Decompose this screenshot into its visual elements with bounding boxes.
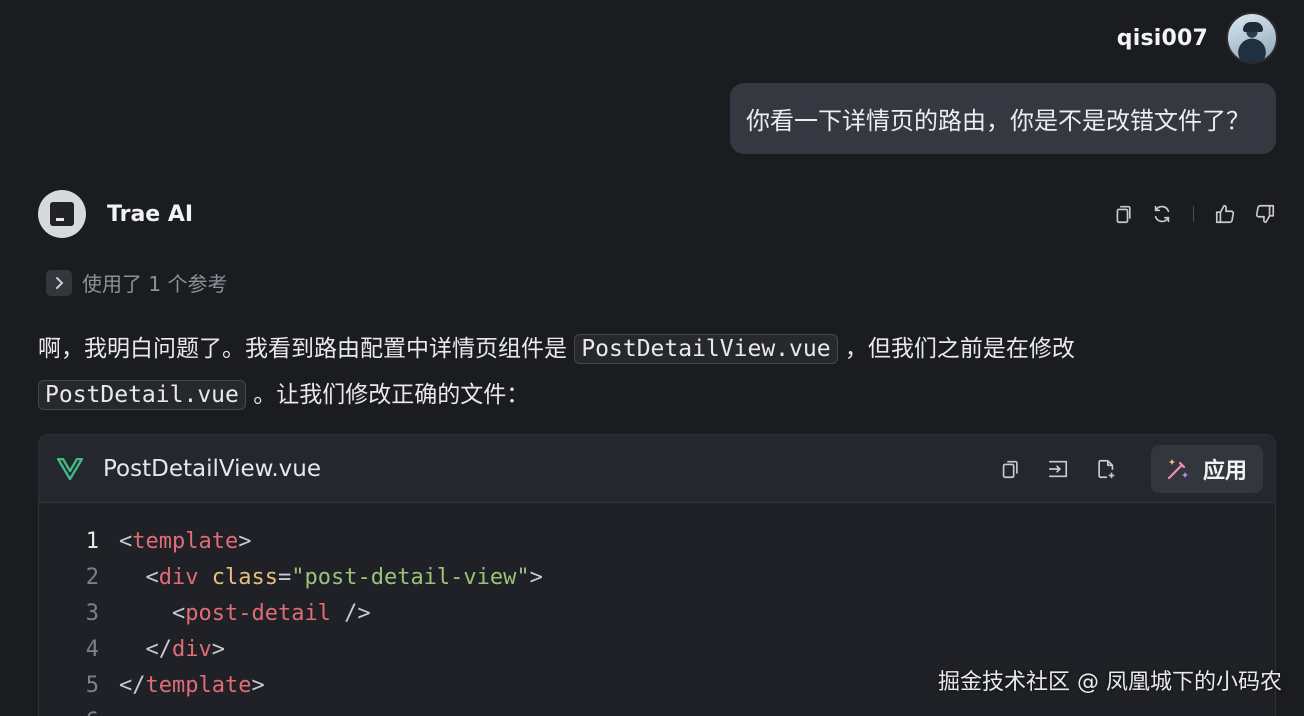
answer-text: 。让我们修改正确的文件： [253, 382, 530, 408]
thumbs-up-icon[interactable] [1214, 203, 1236, 225]
code-token: class [211, 564, 278, 590]
code-text: </div> [119, 637, 225, 662]
user-avatar[interactable] [1226, 12, 1278, 64]
line-number: 5 [85, 672, 99, 698]
code-line: 3 <post-detail /> [39, 595, 1275, 631]
code-text: </template> [119, 673, 265, 698]
code-token: template [145, 672, 252, 698]
code-token: /> [330, 600, 371, 626]
code-line: 2 <div class="post-detail-view"> [39, 559, 1275, 595]
code-token: > [211, 636, 225, 662]
line-number: 4 [85, 636, 99, 662]
answer-text: 啊，我明白问题了。我看到路由配置中详情页组件是 [38, 336, 567, 362]
user-name: qisi007 [1116, 25, 1208, 51]
assistant-header: Trae AI [38, 190, 1276, 238]
regenerate-icon[interactable] [1151, 203, 1173, 225]
code-token: </ [119, 672, 146, 698]
code-file-name: PostDetailView.vue [103, 455, 321, 482]
line-number: 2 [85, 564, 99, 590]
code-block-header: PostDetailView.vue 应用 [39, 435, 1275, 503]
inline-code-filename: PostDetail.vue [38, 380, 246, 410]
code-token: > [529, 564, 543, 590]
watermark: 掘金技术社区 @ 凤凰城下的小码农 [938, 670, 1282, 695]
code-line: 6 [39, 703, 1275, 716]
chevron-right-icon [46, 269, 72, 296]
chat-page: qisi007 你看一下详情页的路由，你是不是改错文件了？ Trae AI 使用… [0, 0, 1304, 716]
code-token: < [119, 528, 133, 554]
code-token: </ [119, 636, 172, 662]
new-file-icon[interactable] [1095, 458, 1117, 480]
code-line: 4 </div> [39, 631, 1275, 667]
code-token: < [119, 600, 186, 626]
apply-button[interactable]: 应用 [1150, 444, 1263, 493]
insert-to-terminal-icon[interactable] [1047, 458, 1069, 480]
code-token: > [251, 672, 265, 698]
line-number: 6 [39, 709, 99, 716]
terminal-logo-icon [50, 202, 74, 226]
code-token: template [132, 528, 239, 554]
code-token: "post-detail-view" [291, 564, 530, 590]
code-actions: 应用 [999, 444, 1263, 493]
code-text: <post-detail /> [119, 601, 371, 626]
line-number: 3 [85, 600, 99, 626]
apply-label: 应用 [1202, 458, 1247, 484]
message-actions [1111, 203, 1276, 225]
code-text: <template> [119, 529, 251, 554]
copy-icon[interactable] [1111, 203, 1133, 225]
user-message-text: 你看一下详情页的路由，你是不是改错文件了？ [746, 107, 1250, 135]
copy-code-icon[interactable] [999, 458, 1021, 480]
code-line: 1 <template> [39, 523, 1275, 559]
code-token: = [277, 564, 292, 590]
inline-code-filename: PostDetailView.vue [574, 334, 838, 364]
magic-wand-icon [1167, 458, 1188, 479]
code-token: > [238, 528, 252, 554]
actions-divider [1193, 206, 1194, 222]
code-token: div [171, 636, 212, 662]
code-token: < [119, 564, 159, 590]
user-message-bubble: 你看一下详情页的路由，你是不是改错文件了？ [730, 83, 1276, 154]
assistant-avatar [38, 190, 86, 238]
thumbs-down-icon[interactable] [1254, 203, 1276, 225]
assistant-answer: 啊，我明白问题了。我看到路由配置中详情页组件是 PostDetailView.v… [38, 326, 1278, 418]
vue-icon [57, 457, 83, 480]
line-number: 1 [85, 528, 99, 554]
references-toggle[interactable]: 使用了 1 个参考 [46, 268, 227, 297]
code-token: div [158, 564, 199, 590]
assistant-name: Trae AI [107, 201, 194, 227]
code-text: <div class="post-detail-view"> [119, 564, 543, 590]
references-label: 使用了 1 个参考 [82, 272, 228, 296]
code-token: post-detail [185, 600, 331, 626]
user-header: qisi007 [1117, 12, 1278, 64]
answer-text: ，但我们之前是在修改 [844, 336, 1075, 362]
